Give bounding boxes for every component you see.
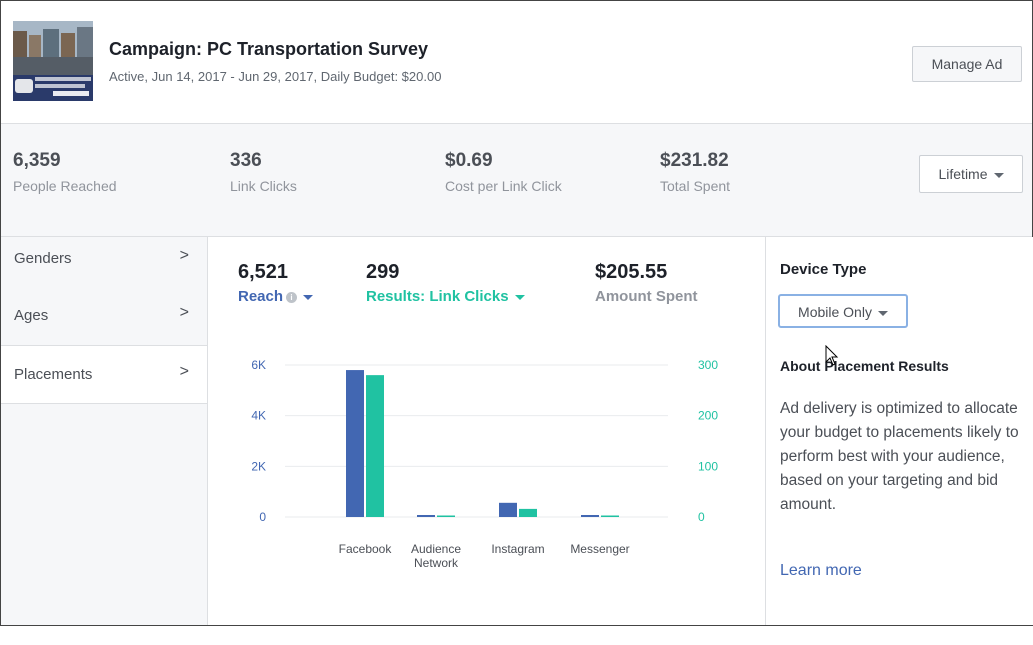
sidebar-item-label: Ages	[14, 307, 49, 324]
caret-down-icon	[514, 294, 525, 300]
sidebar-item-ages[interactable]: Ages >	[1, 289, 207, 345]
mouse-cursor-icon	[825, 345, 839, 366]
sidebar-item-placements[interactable]: Placements >	[1, 345, 207, 404]
x-tick-label: Facebook	[339, 542, 393, 556]
metric-value: 6,521	[238, 261, 289, 283]
left-tick-label: 0	[259, 510, 266, 524]
stat-total-spent: $231.82 Total Spent	[660, 150, 730, 194]
bar-results	[437, 515, 455, 517]
left-tick-label: 2K	[251, 459, 266, 473]
sidebar-item-label: Placements	[14, 366, 93, 383]
about-placement-body: Ad delivery is optimized to allocate you…	[780, 400, 1019, 513]
campaign-title: Campaign: PC Transportation Survey	[109, 39, 429, 59]
device-type-value: Mobile Only	[798, 304, 872, 320]
manage-ad-button[interactable]: Manage Ad	[912, 46, 1022, 82]
bar-reach	[346, 370, 364, 517]
caret-down-icon	[303, 294, 314, 300]
x-tick-label: Audience	[411, 542, 461, 556]
metric-label: Reach	[238, 288, 284, 305]
left-tick-label: 4K	[251, 409, 266, 423]
stat-label: Total Spent	[660, 178, 731, 194]
sidebar-item-genders[interactable]: Genders >	[1, 237, 207, 293]
ad-thumbnail	[13, 21, 93, 101]
lifetime-dropdown[interactable]: Lifetime	[919, 155, 1023, 193]
reach-dropdown[interactable]: Reach i	[238, 288, 314, 305]
caret-down-icon	[993, 172, 1004, 178]
chevron-right-icon: >	[179, 247, 189, 264]
right-tick-label: 100	[698, 459, 718, 473]
bar-reach	[581, 515, 599, 517]
lifetime-stats-bar: 6,359 People Reached 336 Link Clicks $0.…	[1, 124, 1032, 237]
bar-reach	[417, 515, 435, 517]
metric-label: Results: Link Clicks	[366, 288, 509, 305]
metric-label: Amount Spent	[595, 288, 698, 305]
stat-value: $0.69	[445, 150, 493, 171]
stat-cost-per-click: $0.69 Cost per Link Click	[445, 150, 562, 194]
stat-label: Cost per Link Click	[445, 178, 562, 194]
stat-label: Link Clicks	[230, 178, 297, 194]
x-tick-label: Instagram	[491, 542, 544, 556]
bar-results	[519, 508, 537, 517]
metric-reach: 6,521 Reach i	[238, 261, 314, 305]
metric-results: 299 Results: Link Clicks	[366, 261, 525, 305]
metric-amount-spent: $205.55 Amount Spent	[595, 261, 698, 305]
right-tick-label: 300	[698, 358, 718, 372]
results-dropdown[interactable]: Results: Link Clicks	[366, 288, 525, 305]
learn-more-link[interactable]: Learn more	[780, 562, 862, 580]
stat-label: People Reached	[13, 178, 117, 194]
x-tick-label: Network	[414, 556, 459, 570]
bar-reach	[499, 502, 517, 517]
device-type-title: Device Type	[780, 261, 867, 278]
campaign-header: Campaign: PC Transportation Survey Activ…	[1, 1, 1032, 124]
bar-results	[366, 375, 384, 517]
info-icon: i	[286, 291, 298, 303]
sidebar-item-label: Genders	[14, 250, 72, 267]
stat-people-reached: 6,359 People Reached	[13, 150, 117, 194]
bar-results	[601, 515, 619, 517]
chevron-right-icon: >	[179, 363, 189, 380]
lifetime-label: Lifetime	[938, 166, 988, 182]
breakdown-sidebar: Genders > Ages > Placements >	[1, 237, 208, 625]
placement-results-panel: 6,521 Reach i 299 Results: Link Clicks $2…	[208, 237, 764, 625]
placement-bar-chart: 0 0 2K 100 4K 200 6K 300 Facebook AudienceNetwork…	[251, 358, 718, 570]
right-tick-label: 200	[698, 409, 718, 423]
device-type-dropdown[interactable]: Mobile Only	[778, 294, 908, 328]
ad-results-window: Campaign: PC Transportation Survey Activ…	[0, 0, 1033, 626]
chevron-right-icon: >	[179, 304, 189, 321]
stat-value: $231.82	[660, 150, 729, 171]
left-tick-label: 6K	[251, 358, 266, 372]
right-tick-label: 0	[698, 510, 705, 524]
stat-value: 336	[230, 150, 262, 171]
about-placement-title: About Placement Results	[780, 358, 949, 374]
metric-value: 299	[366, 261, 400, 283]
caret-down-icon	[877, 310, 888, 316]
campaign-subtitle: Active, Jun 14, 2017 - Jun 29, 2017, Dai…	[109, 69, 442, 84]
device-panel: Device Type Mobile Only About Placement …	[765, 237, 1033, 625]
stat-link-clicks: 336 Link Clicks	[230, 150, 297, 194]
stat-value: 6,359	[13, 150, 61, 171]
x-tick-label: Messenger	[570, 542, 629, 556]
metric-value: $205.55	[595, 261, 668, 283]
